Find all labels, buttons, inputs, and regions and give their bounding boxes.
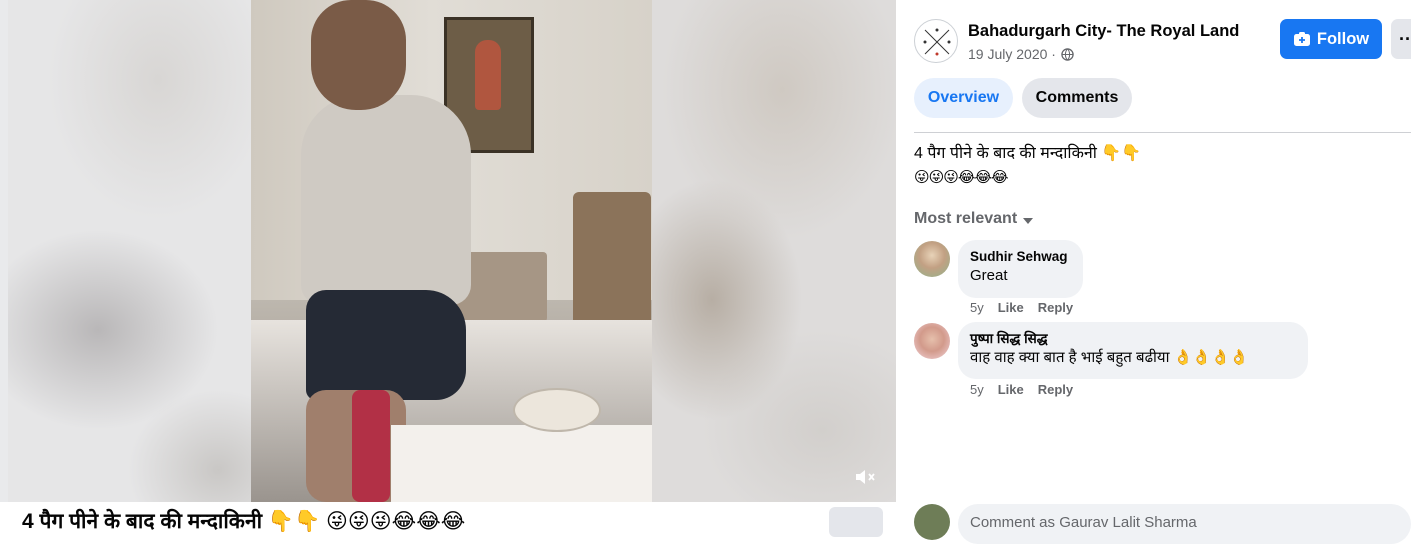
comment-like-button[interactable]: Like	[998, 382, 1024, 397]
mute-button[interactable]	[852, 465, 880, 489]
video-player[interactable]	[0, 0, 896, 502]
comment-avatar[interactable]	[914, 241, 950, 277]
video-scene-plate	[513, 388, 601, 432]
compass-logo-icon	[923, 28, 951, 56]
page-name-link[interactable]: Bahadurgarh City- The Royal Land	[968, 22, 1239, 41]
tab-divider	[914, 132, 1411, 133]
post-date[interactable]: 19 July 2020 ·	[968, 46, 1056, 62]
comment-bubble: पुष्पा सिद्ध सिद्ध वाह वाह क्या बात है भ…	[958, 322, 1308, 379]
comment-author[interactable]: पुष्पा सिद्ध सिद्ध	[970, 330, 1296, 348]
more-options-button[interactable]: ···	[1391, 19, 1411, 59]
tab-overview[interactable]: Overview	[914, 78, 1013, 118]
comment-time[interactable]: 5y	[970, 382, 984, 397]
comment-text: Great	[970, 267, 1008, 284]
video-frame[interactable]	[251, 0, 652, 502]
comment-sort-label: Most relevant	[914, 210, 1018, 227]
video-scene-person-shorts	[306, 290, 466, 400]
video-blur-right	[652, 0, 896, 502]
video-scene-person	[301, 95, 471, 305]
comment-text: वाह वाह क्या बात है भाई बहुत बढीया 👌👌👌👌	[970, 349, 1249, 366]
follow-button[interactable]: Follow	[1280, 19, 1382, 59]
follow-icon	[1293, 32, 1310, 46]
video-scene-can	[352, 390, 390, 502]
date-separator: ·	[1051, 46, 1056, 62]
comment-actions: 5y Like Reply	[970, 382, 1073, 397]
comment-author[interactable]: Sudhir Sehwag	[970, 248, 1071, 266]
video-blur-left	[8, 0, 252, 502]
comment-bubble: Sudhir Sehwag Great	[958, 240, 1083, 298]
video-scene-table	[391, 425, 652, 502]
post-emojis: 😜😜😜😂😂😂	[914, 169, 1008, 186]
comment-like-button[interactable]: Like	[998, 300, 1024, 315]
page-avatar[interactable]	[914, 19, 958, 63]
comment-sort-dropdown[interactable]: Most relevant	[914, 210, 1034, 228]
caret-down-icon	[1023, 217, 1034, 224]
video-scene-person-head	[311, 0, 406, 110]
comment-input[interactable]: Comment as Gaurav Lalit Sharma	[958, 504, 1411, 544]
post-text: 4 पैग पीने के बाद की मन्दाकिनी 👇👇	[914, 145, 1142, 162]
more-dots-icon: ···	[1399, 28, 1411, 49]
comment-time[interactable]: 5y	[970, 300, 984, 315]
comment-reply-button[interactable]: Reply	[1038, 382, 1073, 397]
video-caption: 4 पैग पीने के बाद की मन्दाकिनी 👇👇 😜😜😜😂😂😂	[22, 510, 466, 533]
comment-actions: 5y Like Reply	[970, 300, 1073, 315]
current-user-avatar[interactable]	[914, 504, 950, 540]
comment-avatar[interactable]	[914, 323, 950, 359]
follow-label: Follow	[1316, 29, 1370, 48]
caption-more-button[interactable]	[829, 507, 883, 537]
speaker-muted-icon	[856, 470, 875, 484]
post-date-text: 19 July 2020	[968, 46, 1048, 62]
tab-comments[interactable]: Comments	[1022, 78, 1132, 118]
globe-icon	[1061, 48, 1074, 61]
comment-reply-button[interactable]: Reply	[1038, 300, 1073, 315]
